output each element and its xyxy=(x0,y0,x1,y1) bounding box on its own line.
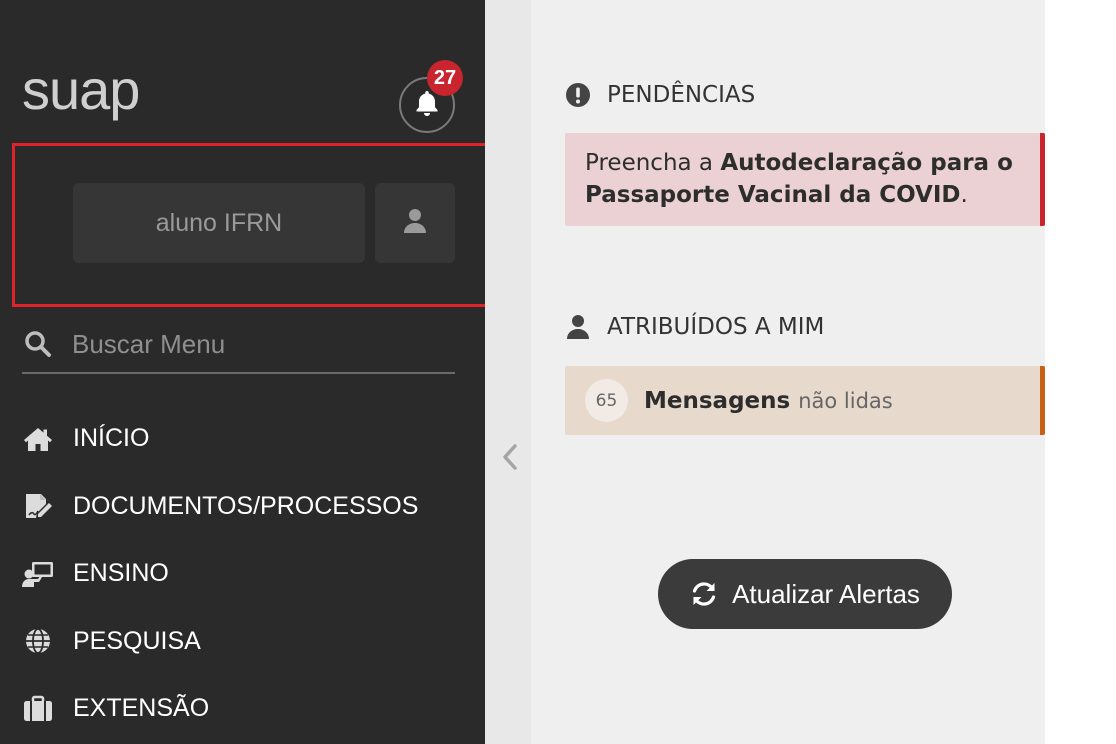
search-icon xyxy=(24,330,52,362)
home-icon xyxy=(22,423,54,455)
menu-item-label: ENSINO xyxy=(73,559,169,588)
menu-item-extensao[interactable]: EXTENSÃO xyxy=(0,675,485,743)
document-edit-icon xyxy=(22,490,54,522)
refresh-alerts-label: Atualizar Alertas xyxy=(732,578,920,609)
refresh-icon xyxy=(690,580,718,608)
exclamation-circle-icon xyxy=(565,82,591,108)
pendencias-title: PENDÊNCIAS xyxy=(607,82,756,108)
unread-label: não lidas xyxy=(798,388,893,413)
page-background xyxy=(1045,0,1116,744)
menu-item-pesquisa[interactable]: PESQUISA xyxy=(0,608,485,676)
sidebar: suap 27 aluno IFRN Buscar Menu INÍCIO DO… xyxy=(0,0,491,744)
collapse-sidebar-button[interactable] xyxy=(498,442,522,476)
sidebar-collapse-strip xyxy=(485,0,531,744)
menu-item-documentos-processos[interactable]: DOCUMENTOS/PROCESSOS xyxy=(0,473,485,541)
teacher-board-icon xyxy=(22,558,54,590)
atribuidos-title: ATRIBUÍDOS A MIM xyxy=(607,314,825,340)
menu-search xyxy=(22,318,455,374)
user-name-button[interactable]: aluno IFRN xyxy=(73,183,365,263)
alert-prefix: Preencha a xyxy=(585,150,721,176)
globe-icon xyxy=(22,625,54,657)
menu-item-label: PESQUISA xyxy=(73,626,201,655)
menu-item-ensino[interactable]: ENSINO xyxy=(0,540,485,608)
unread-messages-alert[interactable]: 65 Mensagens não lidas xyxy=(565,366,1045,435)
alert-suffix: . xyxy=(960,182,968,208)
menu-item-label: EXTENSÃO xyxy=(73,694,210,723)
profile-button[interactable] xyxy=(375,183,455,263)
pending-alert-covid-passport[interactable]: Preencha a Autodeclaração para o Passapo… xyxy=(565,133,1045,226)
menu-item-inicio[interactable]: INÍCIO xyxy=(0,405,485,473)
chevron-left-icon xyxy=(502,443,518,475)
refresh-alerts-button[interactable]: Atualizar Alertas xyxy=(658,559,952,629)
menu-item-label: INÍCIO xyxy=(73,424,150,453)
main-menu: INÍCIO DOCUMENTOS/PROCESSOS ENSINO PESQU… xyxy=(0,405,485,743)
atribuidos-heading: ATRIBUÍDOS A MIM xyxy=(565,314,824,340)
suap-logo[interactable]: suap xyxy=(22,62,140,118)
briefcase-icon xyxy=(22,693,54,725)
pendencias-heading: PENDÊNCIAS xyxy=(565,82,755,108)
user-icon xyxy=(403,208,427,238)
messages-label: Mensagens xyxy=(644,387,791,414)
menu-item-label: DOCUMENTOS/PROCESSOS xyxy=(73,491,419,520)
unread-count-badge: 65 xyxy=(585,379,628,422)
search-input[interactable] xyxy=(72,322,452,366)
notification-badge[interactable]: 27 xyxy=(427,60,463,96)
user-icon xyxy=(565,314,591,340)
